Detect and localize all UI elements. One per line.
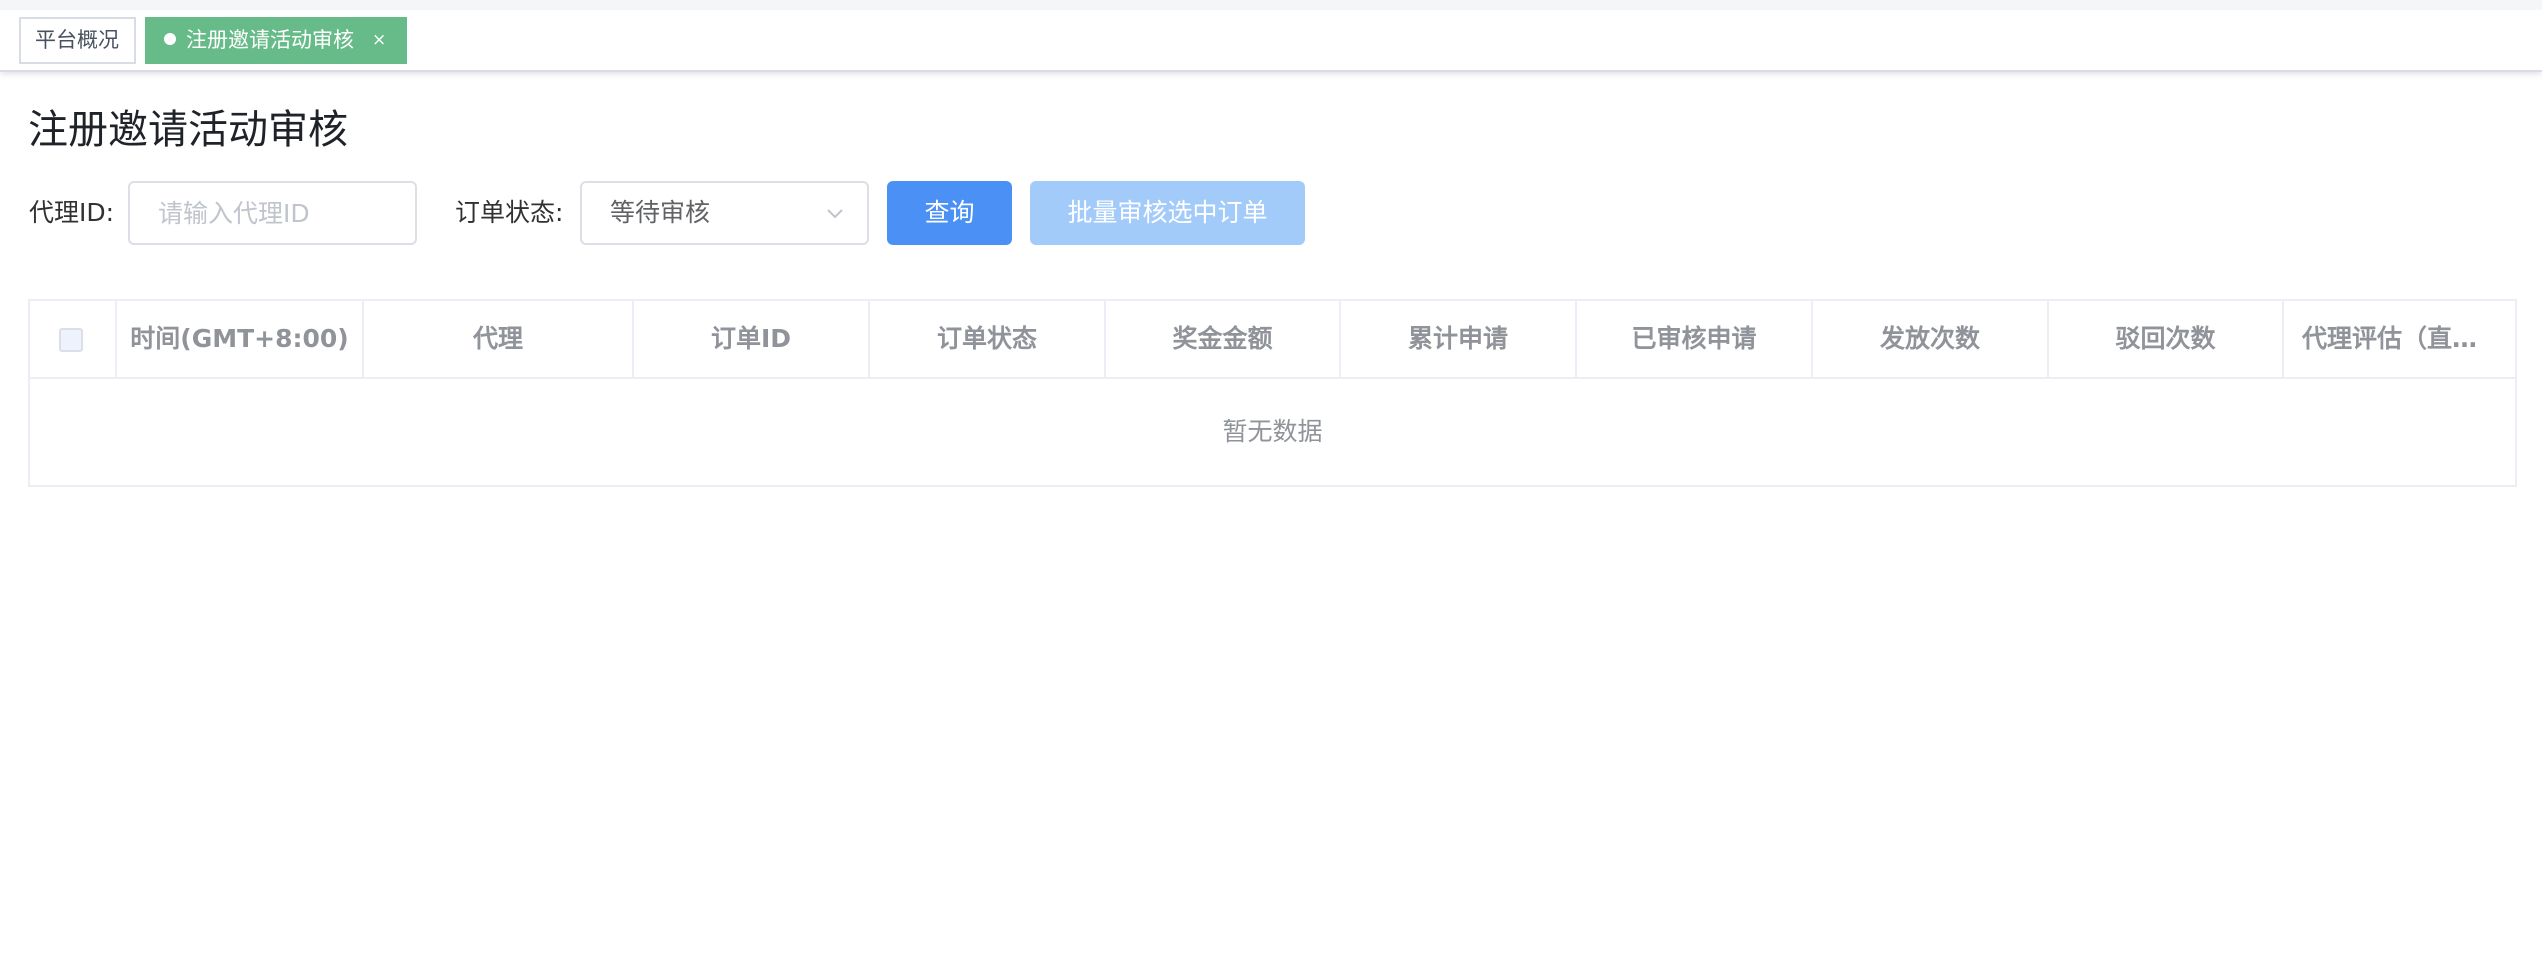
- order-status-select[interactable]: 等待审核: [580, 181, 869, 245]
- column-header-payout-count[interactable]: 发放次数: [1813, 301, 2049, 377]
- orders-table: 时间(GMT+8:00) 代理 订单ID 订单状态 奖金金额 累计申请 已审核申…: [28, 299, 2517, 487]
- close-icon[interactable]: ×: [372, 19, 386, 62]
- chevron-down-icon: [827, 209, 843, 219]
- query-button[interactable]: 查询: [887, 181, 1012, 245]
- agent-id-label: 代理ID:: [29, 198, 115, 227]
- column-header-agent-evaluation[interactable]: 代理评估（直…: [2284, 301, 2517, 377]
- batch-review-button[interactable]: 批量审核选中订单: [1030, 181, 1305, 245]
- table-body: 暂无数据: [30, 379, 2515, 485]
- tag-label: 注册邀请活动审核: [186, 28, 354, 52]
- column-header-bonus-amount[interactable]: 奖金金额: [1106, 301, 1341, 377]
- column-header-reject-count[interactable]: 驳回次数: [2049, 301, 2284, 377]
- dot-icon: [164, 33, 176, 45]
- tag-label: 平台概况: [35, 28, 119, 52]
- tag-invite-review-active[interactable]: 注册邀请活动审核 ×: [145, 17, 407, 64]
- column-header-reviewed-applications[interactable]: 已审核申请: [1577, 301, 1813, 377]
- order-status-value: 等待审核: [610, 198, 711, 227]
- column-header-total-applications[interactable]: 累计申请: [1341, 301, 1577, 377]
- table-header: 时间(GMT+8:00) 代理 订单ID 订单状态 奖金金额 累计申请 已审核申…: [30, 301, 2515, 379]
- tag-platform-overview[interactable]: 平台概况: [19, 17, 136, 64]
- tags-view: 平台概况 注册邀请活动审核 ×: [0, 0, 2542, 72]
- column-header-agent[interactable]: 代理: [364, 301, 634, 377]
- column-header-order-id[interactable]: 订单ID: [634, 301, 870, 377]
- page-title: 注册邀请活动审核: [28, 107, 348, 153]
- empty-state-text: 暂无数据: [1222, 417, 1323, 446]
- column-header-order-status[interactable]: 订单状态: [870, 301, 1106, 377]
- agent-id-input[interactable]: [130, 183, 415, 243]
- top-strip: [0, 0, 2542, 10]
- order-status-label: 订单状态:: [455, 198, 564, 227]
- select-all-checkbox[interactable]: [59, 328, 83, 352]
- select-all-cell: [30, 301, 117, 377]
- agent-id-field: [128, 181, 417, 245]
- column-header-time[interactable]: 时间(GMT+8:00): [117, 301, 364, 377]
